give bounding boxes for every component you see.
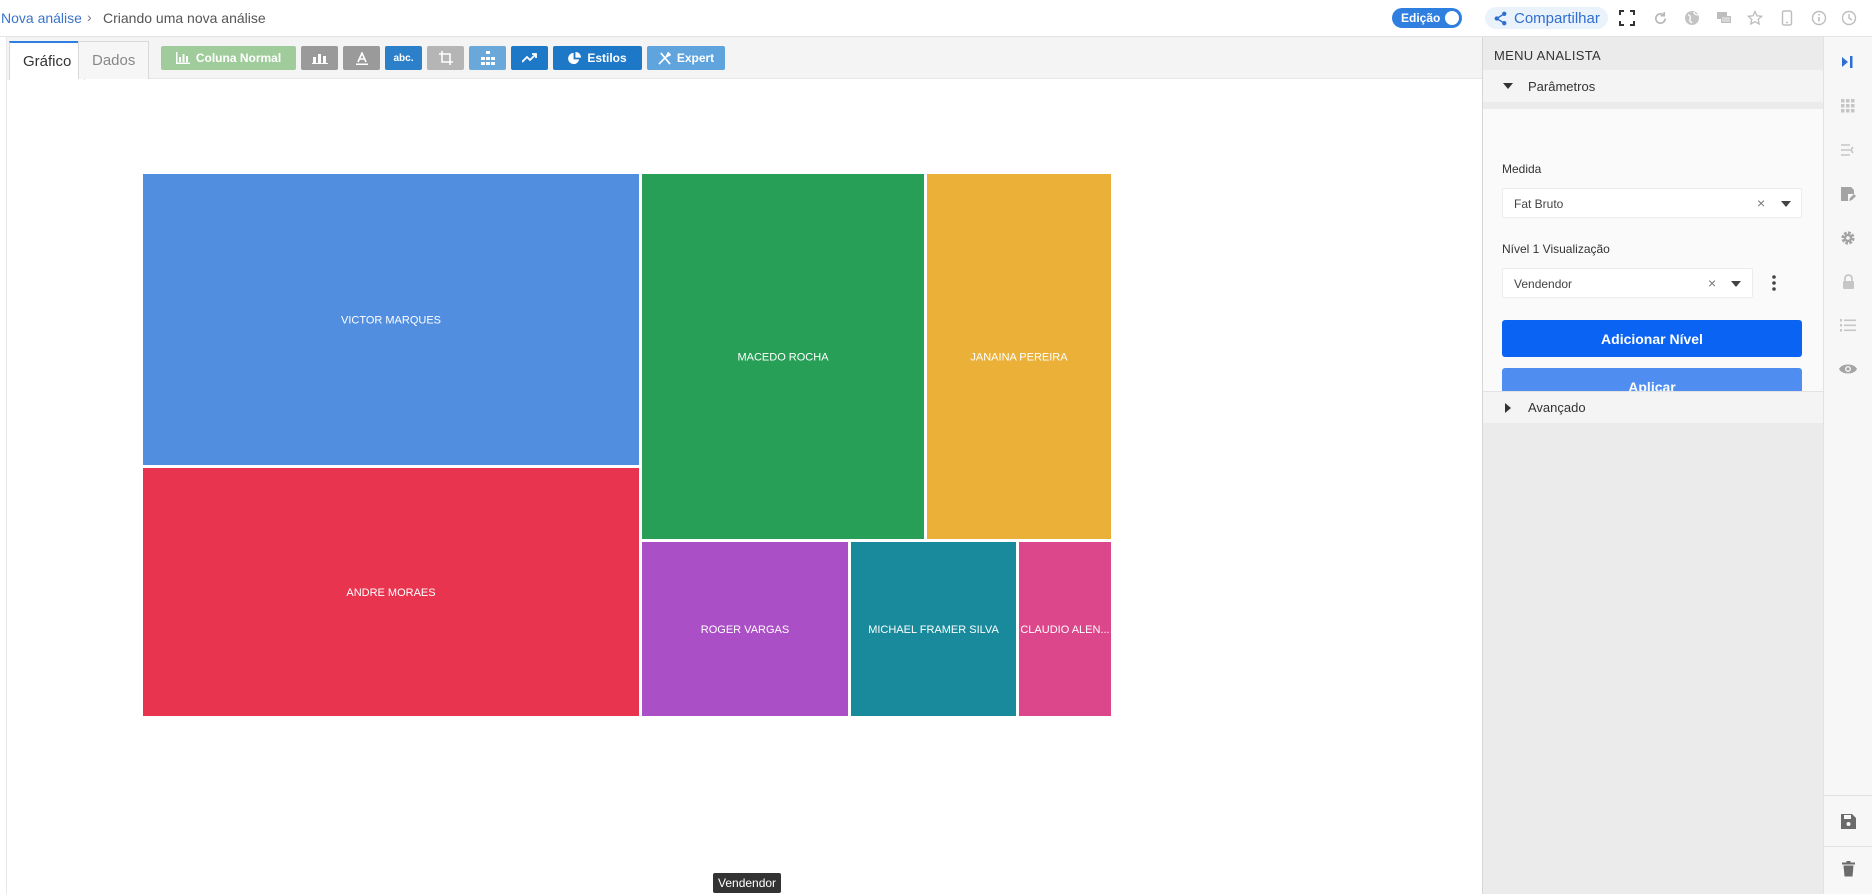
measure-select[interactable]: Fat Bruto × xyxy=(1502,188,1802,218)
level-label: Nível 1 Visualização xyxy=(1502,242,1610,256)
styles-button[interactable]: Estilos xyxy=(553,46,642,70)
chart-tooltip: Vendendor xyxy=(713,873,782,893)
level-value: Vendendor xyxy=(1514,277,1573,291)
collapse-panel-icon[interactable] xyxy=(1837,51,1859,73)
icon-rail xyxy=(1823,37,1872,894)
save-icon[interactable] xyxy=(1837,810,1859,832)
gear-icon[interactable] xyxy=(1837,227,1859,249)
ordered-list-icon[interactable] xyxy=(1837,314,1859,336)
list-collapse-icon[interactable] xyxy=(1837,139,1859,161)
treemap-svg: VICTOR MARQUES ANDRE MORAES MACEDO ROCHA JA… xyxy=(143,174,1111,716)
share-label: Compartilhar xyxy=(1514,9,1600,27)
refresh-icon[interactable] xyxy=(1649,7,1671,29)
abc-label: abc. xyxy=(393,52,414,64)
clock-icon[interactable] xyxy=(1838,7,1860,29)
eye-icon[interactable] xyxy=(1837,358,1859,380)
star-icon[interactable] xyxy=(1744,7,1766,29)
treemap-tile-label: JANAINA PEREIRA xyxy=(970,352,1068,364)
font-button[interactable] xyxy=(343,46,380,70)
measure-value: Fat Bruto xyxy=(1514,197,1564,211)
chart-type-button[interactable]: Coluna Normal xyxy=(161,46,296,70)
treemap-tile[interactable]: CLAUDIO ALEN... xyxy=(1019,542,1111,716)
clear-icon[interactable]: × xyxy=(1757,195,1765,211)
breadcrumb-root[interactable]: Nova análise xyxy=(1,10,82,26)
level-select[interactable]: Vendendor × xyxy=(1502,268,1753,298)
rail-divider xyxy=(1824,846,1872,847)
chevron-down-icon[interactable] xyxy=(1731,281,1741,287)
tab-grafico[interactable]: Gráfico xyxy=(9,41,86,80)
treemap-tile-label: MACEDO ROCHA xyxy=(737,352,829,364)
tab-dados[interactable]: Dados xyxy=(78,41,150,79)
analyst-menu-panel: MENU ANALISTA Parâmetros Medida Fat Brut… xyxy=(1482,37,1824,894)
stacked-chart-button[interactable] xyxy=(301,46,338,70)
save-edit-icon[interactable] xyxy=(1837,183,1859,205)
trend-icon xyxy=(521,53,537,63)
hierarchy-button[interactable] xyxy=(469,46,506,70)
toggle-knob xyxy=(1445,11,1459,25)
top-bar: Nova análise › Criando uma nova análise … xyxy=(0,0,1872,37)
trend-button[interactable] xyxy=(511,46,548,70)
treemap-tile-label: VICTOR MARQUES xyxy=(341,315,441,327)
chevron-down-icon[interactable] xyxy=(1781,201,1791,207)
tools-icon xyxy=(658,51,671,65)
analysis-content: Gráfico Dados Coluna Normal abc. Estilos… xyxy=(6,37,1483,894)
treemap-chart: VICTOR MARQUES ANDRE MORAES MACEDO ROCHA JA… xyxy=(7,80,1483,894)
lock-icon[interactable] xyxy=(1837,270,1859,292)
treemap-tile-label: CLAUDIO ALEN... xyxy=(1020,624,1109,636)
measure-label: Medida xyxy=(1502,162,1542,176)
treemap-tile[interactable]: VICTOR MARQUES xyxy=(143,174,639,465)
params-section-header[interactable]: Parâmetros xyxy=(1483,70,1824,102)
globe-icon[interactable] xyxy=(1681,7,1703,29)
font-icon xyxy=(355,51,368,65)
breadcrumb-separator: › xyxy=(87,9,92,25)
expert-button[interactable]: Expert xyxy=(647,46,725,70)
grid-icon[interactable] xyxy=(1837,95,1859,117)
panel-title: MENU ANALISTA xyxy=(1494,48,1601,63)
breadcrumb-current: Criando uma nova análise xyxy=(103,10,266,26)
treemap-tile[interactable]: MICHAEL FRAMER SILVA xyxy=(851,542,1016,716)
expert-label: Expert xyxy=(676,51,715,65)
treemap-tile[interactable]: ANDRE MORAES xyxy=(143,468,639,716)
hierarchy-icon xyxy=(480,51,495,65)
crop-icon xyxy=(438,51,453,65)
caret-down-icon xyxy=(1503,83,1513,89)
treemap-tile[interactable]: ROGER VARGAS xyxy=(642,542,848,716)
trash-icon[interactable] xyxy=(1837,858,1859,880)
mobile-icon[interactable] xyxy=(1776,7,1798,29)
add-level-button[interactable]: Adicionar Nível xyxy=(1502,320,1802,357)
treemap-tile[interactable]: MACEDO ROCHA xyxy=(642,174,924,539)
tab-bar: Gráfico Dados Coluna Normal abc. Estilos… xyxy=(7,37,1483,80)
clear-icon[interactable]: × xyxy=(1708,275,1716,291)
rail-divider xyxy=(1824,795,1872,796)
styles-label: Estilos xyxy=(587,51,627,65)
advanced-section-header[interactable]: Avançado xyxy=(1483,391,1824,423)
treemap-tile[interactable]: JANAINA PEREIRA xyxy=(927,174,1111,539)
info-icon[interactable] xyxy=(1808,7,1830,29)
treemap-tile-label: MICHAEL FRAMER SILVA xyxy=(868,624,999,636)
edit-toggle-label: Edição xyxy=(1401,11,1441,25)
fullscreen-icon[interactable] xyxy=(1616,7,1638,29)
share-icon xyxy=(1494,11,1507,25)
params-section-body: Medida Fat Bruto × Nível 1 Visualização … xyxy=(1483,109,1824,405)
pie-icon xyxy=(568,51,582,64)
bar-chart-icon xyxy=(175,52,190,64)
share-button[interactable]: Compartilhar xyxy=(1485,7,1608,29)
chart-type-label: Coluna Normal xyxy=(195,51,282,65)
treemap-tile-label: ANDRE MORAES xyxy=(346,587,435,599)
edit-mode-toggle[interactable]: Edição xyxy=(1392,8,1462,28)
labels-button[interactable]: abc. xyxy=(385,46,422,70)
stacked-chart-icon xyxy=(311,54,328,64)
caret-right-icon xyxy=(1505,402,1511,413)
crop-button[interactable] xyxy=(427,46,464,70)
advanced-section-label: Avançado xyxy=(1528,400,1586,415)
params-section-label: Parâmetros xyxy=(1528,78,1596,94)
more-options-icon[interactable] xyxy=(1768,273,1780,293)
comments-icon[interactable] xyxy=(1713,7,1735,29)
treemap-tile-label: ROGER VARGAS xyxy=(701,624,789,636)
